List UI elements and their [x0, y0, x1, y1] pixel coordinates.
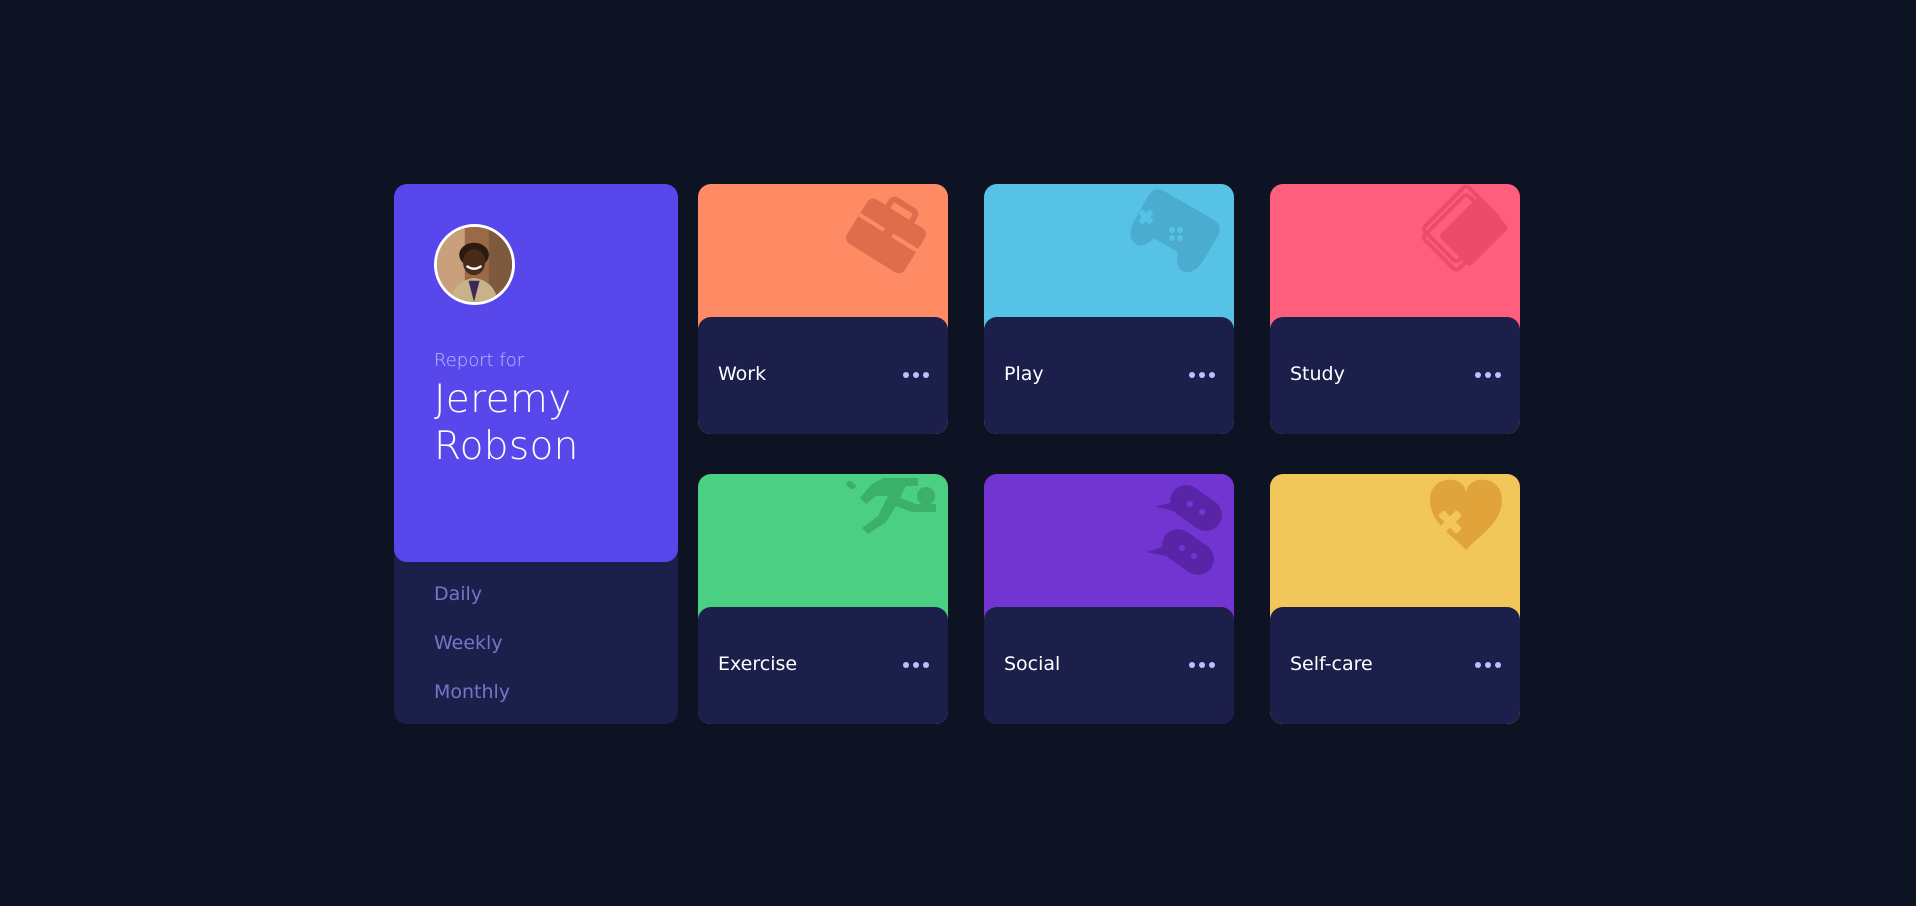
activity-card-social: Social: [984, 474, 1234, 724]
card-title: Exercise: [718, 653, 798, 675]
report-for-label: Report for: [434, 350, 525, 371]
time-tracking-dashboard: Report for Jeremy Robson Daily Weekly Mo…: [394, 184, 1520, 724]
card-title: Work: [718, 363, 767, 385]
card-title: Social: [1004, 653, 1061, 675]
activity-card-exercise: Exercise: [698, 474, 948, 724]
user-name: Jeremy Robson: [434, 377, 579, 469]
more-options-icon[interactable]: [1188, 659, 1216, 671]
card-title: Study: [1290, 363, 1345, 385]
more-options-icon[interactable]: [902, 369, 930, 381]
more-options-icon[interactable]: [902, 659, 930, 671]
activity-card-self-care: Self-care: [1270, 474, 1520, 724]
card-body: Study: [1270, 317, 1520, 434]
activity-card-play: Play: [984, 184, 1234, 434]
card-body: Exercise: [698, 607, 948, 724]
period-weekly-option[interactable]: Weekly: [434, 629, 510, 678]
card-body: Work: [698, 317, 948, 434]
profile-card: Report for Jeremy Robson Daily Weekly Mo…: [394, 184, 678, 724]
avatar-image: [437, 227, 512, 302]
period-selector: Daily Weekly Monthly: [434, 580, 510, 724]
more-options-icon[interactable]: [1474, 659, 1502, 671]
activity-card-work: Work: [698, 184, 948, 434]
card-body: Play: [984, 317, 1234, 434]
card-title: Self-care: [1290, 653, 1373, 675]
card-title: Play: [1004, 363, 1044, 385]
more-options-icon[interactable]: [1474, 369, 1502, 381]
activity-card-study: Study: [1270, 184, 1520, 434]
period-daily-option[interactable]: Daily: [434, 580, 510, 629]
card-body: Social: [984, 607, 1234, 724]
more-options-icon[interactable]: [1188, 369, 1216, 381]
avatar: [434, 224, 515, 305]
heart-bandage-icon: [1410, 474, 1520, 584]
gamepad-icon: [1124, 184, 1234, 294]
running-icon: [838, 474, 948, 584]
briefcase-icon: [838, 184, 948, 294]
book-icon: [1410, 184, 1520, 294]
chat-bubbles-icon: [1124, 474, 1234, 584]
profile-header: Report for Jeremy Robson: [394, 184, 678, 562]
card-body: Self-care: [1270, 607, 1520, 724]
period-monthly-option[interactable]: Monthly: [434, 678, 510, 724]
